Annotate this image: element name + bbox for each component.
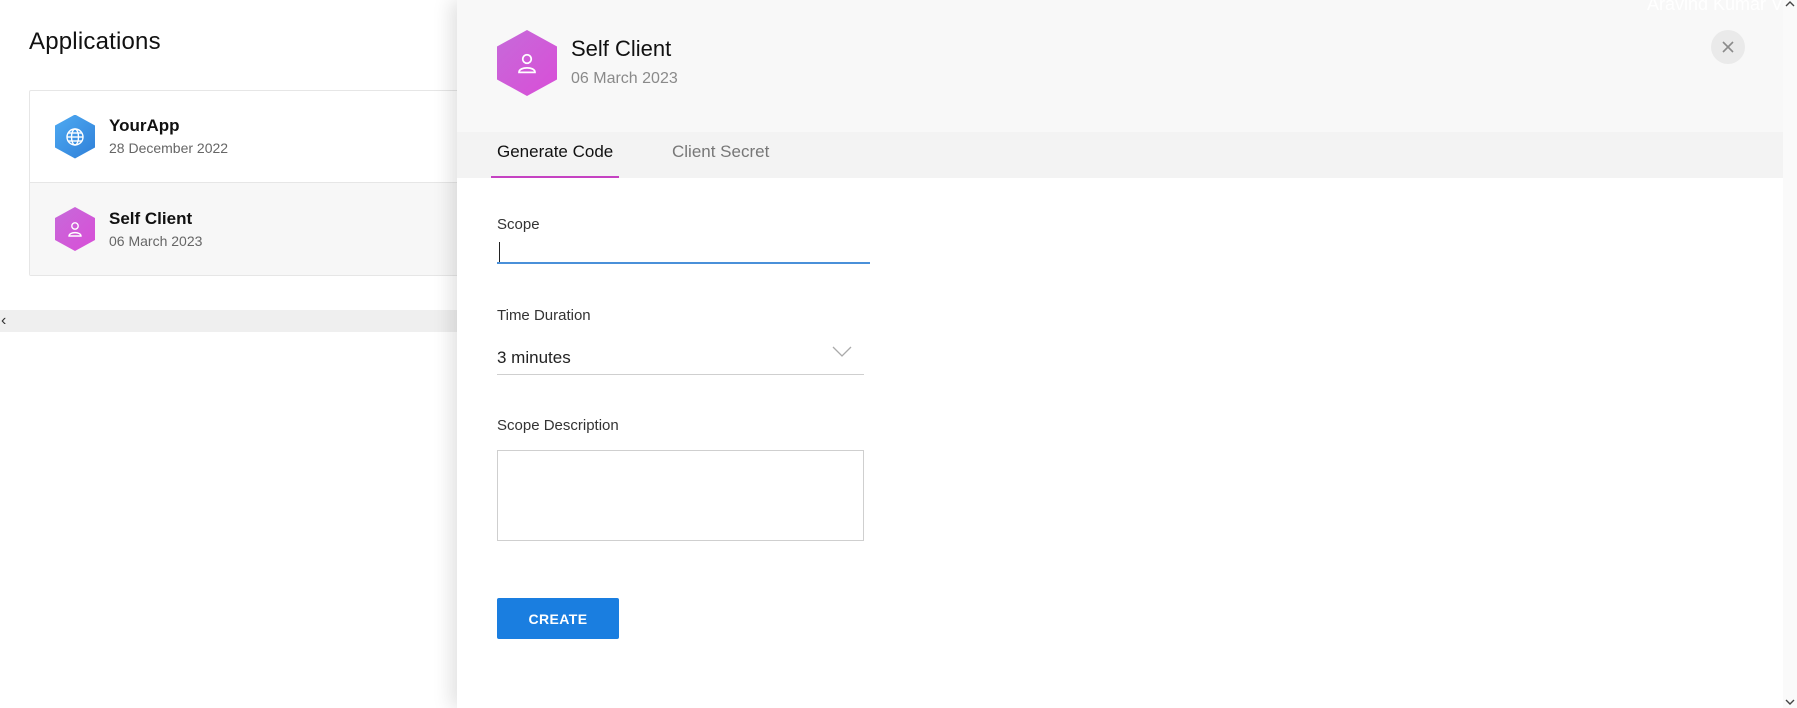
app-name: YourApp	[109, 116, 180, 135]
user-icon	[497, 30, 557, 96]
create-button[interactable]: CREATE	[497, 598, 619, 639]
time-duration-select[interactable]: 3 minutes	[497, 340, 864, 375]
scope-label: Scope	[497, 216, 540, 233]
close-button[interactable]	[1711, 30, 1745, 64]
scroll-left-icon[interactable]: ‹	[1, 312, 6, 330]
app-name: Self Client	[109, 208, 193, 228]
scroll-up-icon[interactable]	[1785, 0, 1795, 8]
chevron-down-icon	[832, 346, 852, 357]
tab-client-secret[interactable]: Client Secret	[672, 142, 769, 178]
drawer-header: Self Client 06 March 2023 Aravind Kumar …	[457, 0, 1783, 132]
tab-generate-code[interactable]: Generate Code	[491, 142, 620, 178]
page-title: Applications	[29, 28, 161, 55]
time-duration-value: 3 minutes	[497, 348, 571, 367]
horizontal-scrollbar[interactable]: ‹	[0, 310, 470, 332]
app-list: YourApp 28 December 2022 Self Client 06 …	[29, 90, 501, 276]
tab-bar: Generate Code Client Secret	[457, 132, 1783, 178]
user-icon	[55, 207, 95, 251]
close-icon	[1722, 41, 1734, 53]
client-detail-drawer: Self Client 06 March 2023 Aravind Kumar …	[457, 0, 1783, 708]
app-item-yourapp[interactable]: YourApp 28 December 2022	[30, 91, 500, 183]
scope-description-label: Scope Description	[497, 417, 619, 434]
text-caret	[499, 242, 500, 262]
app-item-self-client[interactable]: Self Client 06 March 2023	[30, 183, 500, 275]
app-date: 06 March 2023	[109, 232, 203, 249]
drawer-title: Self Client	[571, 36, 672, 61]
scope-description-textarea[interactable]	[497, 450, 864, 541]
time-duration-label: Time Duration	[497, 307, 591, 324]
globe-icon	[55, 114, 95, 159]
scope-input[interactable]	[497, 238, 870, 264]
app-date: 28 December 2022	[109, 140, 229, 156]
user-name: Aravind Kumar V	[1646, 0, 1783, 14]
drawer-date: 06 March 2023	[571, 70, 678, 87]
vertical-scrollbar[interactable]	[1783, 0, 1797, 708]
scroll-down-icon[interactable]	[1785, 698, 1795, 706]
